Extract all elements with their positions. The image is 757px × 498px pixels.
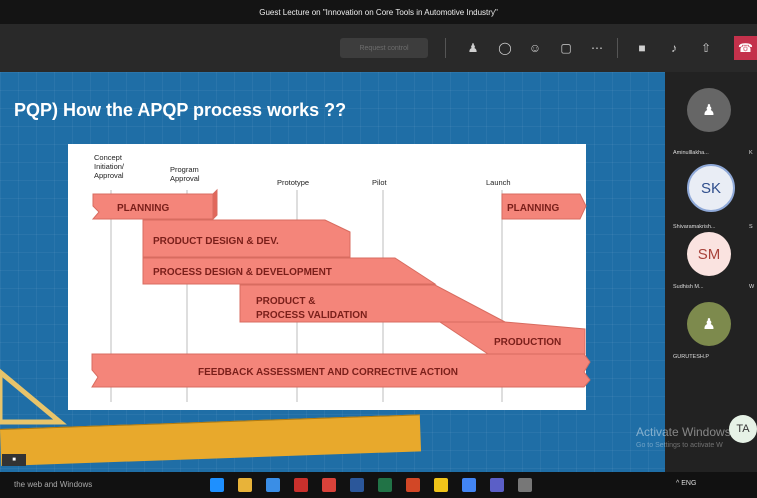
set-square-icon bbox=[0, 368, 67, 425]
toolbar-divider bbox=[445, 38, 446, 58]
participant-name: Shivaramakrish... bbox=[673, 224, 716, 230]
avatar: ♟ bbox=[687, 302, 731, 346]
snip-icon[interactable] bbox=[518, 478, 532, 492]
apqp-diagram: Concept Initiation/Approval Program Approv… bbox=[0, 153, 591, 425]
windows-taskbar: the web and Windows ^ ENG bbox=[0, 472, 757, 498]
more-icon[interactable]: ⋯ bbox=[587, 38, 607, 58]
participants-icon[interactable]: ♟ bbox=[463, 38, 483, 58]
activate-windows-subtext: Go to Settings to activate W bbox=[636, 442, 723, 449]
excel-icon[interactable] bbox=[378, 478, 392, 492]
reactions-icon[interactable]: ☺ bbox=[525, 38, 545, 58]
powerpoint-icon[interactable] bbox=[406, 478, 420, 492]
leave-icon[interactable]: ☎ bbox=[734, 36, 757, 60]
avatar: SM bbox=[687, 232, 731, 276]
sticky-notes-icon[interactable] bbox=[434, 478, 448, 492]
file-explorer-icon[interactable] bbox=[238, 478, 252, 492]
window-titlebar: Guest Lecture on "Innovation on Core Too… bbox=[0, 0, 757, 24]
self-avatar[interactable]: TA bbox=[729, 415, 757, 443]
rooms-icon[interactable]: ▢ bbox=[556, 38, 576, 58]
phase-program-label: Program Approval bbox=[170, 165, 200, 183]
validation-label-1: PRODUCT & bbox=[256, 296, 315, 307]
phase-launch-label: Launch bbox=[486, 178, 511, 187]
participants-sidebar: ♟ Aminulllakha... K SK Shivaramakrish...… bbox=[665, 72, 757, 472]
store-icon[interactable] bbox=[266, 478, 280, 492]
opera-icon[interactable] bbox=[294, 478, 308, 492]
phase-pilot-label: Pilot bbox=[372, 178, 388, 187]
process-design-label: PROCESS DESIGN & DEVELOPMENT bbox=[153, 267, 332, 278]
planning-right-label: PLANNING bbox=[507, 203, 559, 214]
participant-name: GURUTESH.P bbox=[673, 354, 710, 360]
window-title: Guest Lecture on "Innovation on Core Too… bbox=[259, 7, 498, 17]
chrome-icon[interactable] bbox=[462, 478, 476, 492]
word-icon[interactable] bbox=[350, 478, 364, 492]
edge-icon[interactable] bbox=[210, 478, 224, 492]
ruler-tag: ■ bbox=[2, 454, 26, 466]
teams-icon[interactable] bbox=[490, 478, 504, 492]
participant-next: W bbox=[749, 284, 755, 290]
camera-off-icon[interactable]: ■ bbox=[632, 38, 652, 58]
participant-next: S bbox=[749, 224, 753, 230]
pdf-icon[interactable] bbox=[322, 478, 336, 492]
participant-name: Sudhish M... bbox=[673, 284, 704, 290]
mic-off-icon[interactable]: ♪ bbox=[664, 38, 684, 58]
planning-left-label: PLANNING bbox=[117, 203, 169, 214]
toolbar-divider bbox=[617, 38, 618, 58]
participant-next: K bbox=[749, 150, 753, 156]
activate-windows-watermark: Activate Windows bbox=[636, 425, 731, 439]
request-control-button[interactable]: Request control bbox=[340, 38, 428, 58]
avatar: ♟ bbox=[687, 88, 731, 132]
avatar: SK bbox=[687, 164, 735, 212]
chat-icon[interactable]: ◯ bbox=[495, 38, 515, 58]
taskbar-search[interactable]: the web and Windows bbox=[14, 480, 92, 489]
validation-label-2: PROCESS VALIDATION bbox=[256, 310, 367, 321]
system-tray[interactable]: ^ ENG bbox=[676, 480, 696, 487]
phase-concept-label: Concept Initiation/Approval bbox=[94, 153, 125, 180]
meeting-toolbar: Request control ♟ ◯ ☺ ▢ ⋯ ■ ♪ ⇧ ☎ bbox=[0, 24, 757, 72]
feedback-label: FEEDBACK ASSESSMENT AND CORRECTIVE ACTIO… bbox=[198, 367, 458, 378]
participant-name: Aminulllakha... bbox=[673, 150, 709, 156]
share-tray-icon[interactable]: ⇧ bbox=[696, 38, 716, 58]
phase-prototype-label: Prototype bbox=[277, 178, 309, 187]
product-design-label: PRODUCT DESIGN & DEV. bbox=[153, 236, 279, 247]
production-label: PRODUCTION bbox=[494, 337, 561, 348]
shared-screen: PQP) How the APQP process works ?? Conce… bbox=[0, 72, 665, 472]
